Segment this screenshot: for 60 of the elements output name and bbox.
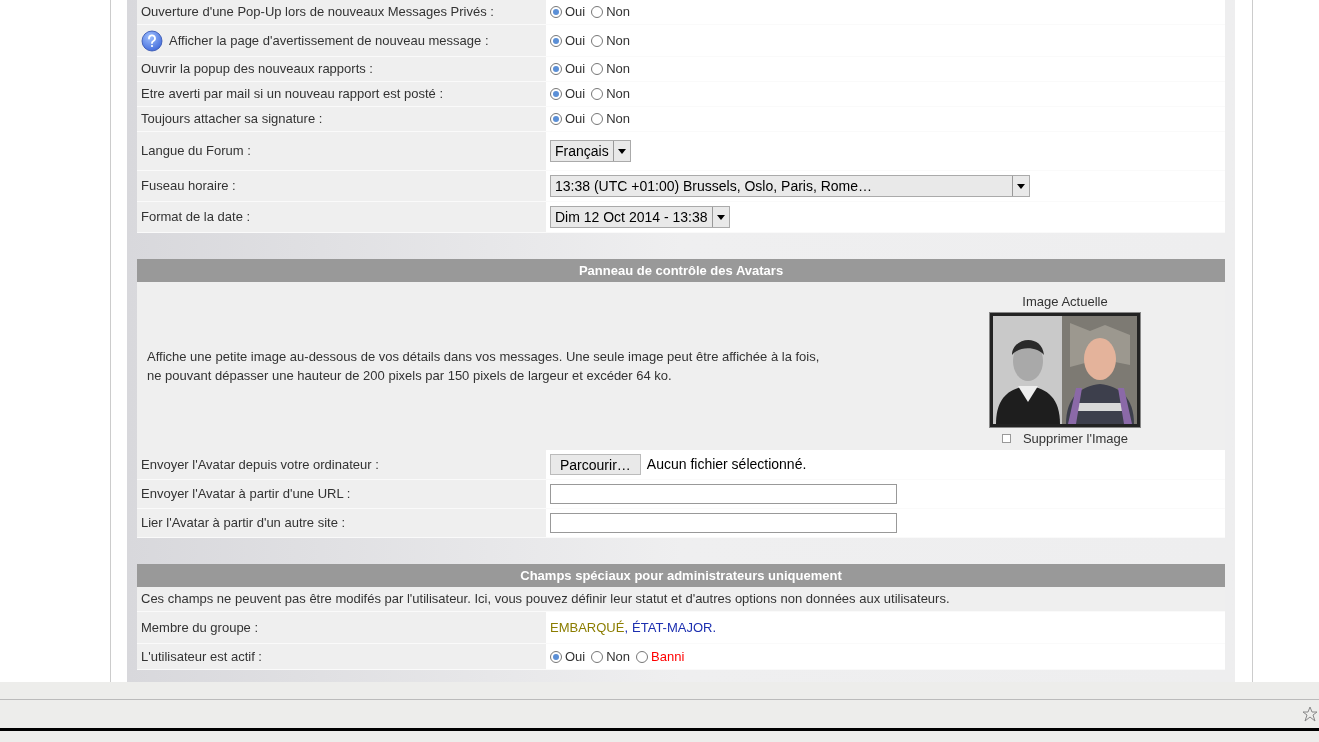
radio-button[interactable] — [591, 34, 604, 47]
input-field[interactable] — [550, 484, 897, 504]
separator: . — [712, 618, 717, 637]
checkbox-label: Supprimer l'Image — [1022, 429, 1129, 448]
caret-icon — [716, 214, 725, 220]
help-icon — [141, 29, 163, 52]
field-label: Membre du groupe : — [141, 618, 259, 637]
field-label: Envoyer l'Avatar depuis votre ordinateur : — [141, 455, 379, 474]
radio-label: Non — [606, 647, 631, 666]
radio-label: Banni — [651, 647, 685, 666]
radio-button[interactable] — [550, 6, 562, 18]
caret-icon — [617, 148, 626, 154]
dropdown[interactable]: Dim 12 Oct 2014 - 13:38 — [550, 206, 730, 228]
radio-button[interactable] — [591, 88, 604, 100]
radio-label: Non — [606, 85, 631, 104]
field-label: Fuseau horaire : — [141, 177, 236, 196]
radio-label: Oui — [565, 31, 586, 50]
radio-label: Oui — [565, 110, 586, 129]
radio-label: Oui — [565, 647, 586, 666]
note-text: Ces champs ne peuvent pas être modifés par l'utilisateur. Ici, vous pouvez définir leur statut et d'autres options non données aux utilisateurs. — [141, 590, 950, 609]
section-header: Panneau de contrôle des Avatars — [137, 259, 1225, 282]
input-field[interactable] — [550, 513, 897, 533]
radio-label: Oui — [565, 60, 586, 79]
radio-button[interactable] — [550, 113, 562, 125]
field-label: Envoyer l'Avatar à partir d'une URL : — [141, 485, 351, 504]
field-label: Lier l'Avatar à partir d'un autre site : — [141, 514, 346, 533]
field-label: Toujours attacher sa signature : — [141, 110, 323, 129]
radio-label: Non — [606, 110, 631, 129]
field-label: L'utilisateur est actif : — [141, 647, 262, 666]
radio-button[interactable] — [550, 34, 562, 47]
dropdown[interactable]: Français — [550, 140, 631, 162]
radio-label: Non — [606, 60, 631, 79]
caret-icon — [1017, 183, 1025, 189]
radio-button[interactable] — [550, 63, 562, 75]
radio-button[interactable] — [550, 650, 562, 663]
radio-label: Non — [606, 3, 631, 22]
star-icon[interactable] — [1302, 706, 1318, 722]
field-label: Etre averti par mail si un nouveau rapport est posté : — [141, 85, 444, 104]
radio-button[interactable] — [591, 113, 604, 125]
field-label: Afficher la page d'avertissement de nouveau message : — [169, 31, 489, 50]
radio-button[interactable] — [591, 650, 604, 663]
radio-label: Non — [606, 31, 631, 50]
radio-button[interactable] — [591, 63, 604, 75]
image-caption: Image Actuelle — [1022, 293, 1108, 311]
radio-label: Oui — [565, 85, 586, 104]
dropdown[interactable]: 13:38 (UTC +01:00) Brussels, Oslo, Paris, Rome… — [550, 175, 1030, 197]
radio-button[interactable] — [636, 650, 649, 663]
file-status: Aucun fichier sélectionné. — [646, 455, 807, 474]
radio-label: Oui — [565, 3, 586, 22]
radio-button[interactable] — [550, 88, 562, 100]
field-label: Format de la date : — [141, 208, 251, 227]
section-header: Champs spéciaux pour administrateurs uniquement — [137, 564, 1225, 587]
field-label: Ouvrir la popup des nouveaux rapports : — [141, 60, 373, 79]
field-label: Ouverture d'une Pop-Up lors de nouveaux Messages Privés : — [141, 3, 494, 22]
description-text: Affiche une petite image au-dessous de vos détails dans vos messages. Une seule image peut être affichée à la fois, ne pouvant dépasser une hauteur de 200 pixels par 150 pixels de largeur et excéder 64 ko. — [147, 347, 821, 385]
field-label: Langue du Forum : — [141, 142, 251, 161]
separator: , — [624, 618, 629, 637]
checkbox[interactable] — [1001, 433, 1011, 443]
radio-button[interactable] — [591, 6, 604, 18]
browse-button[interactable]: Parcourir… — [550, 454, 641, 475]
